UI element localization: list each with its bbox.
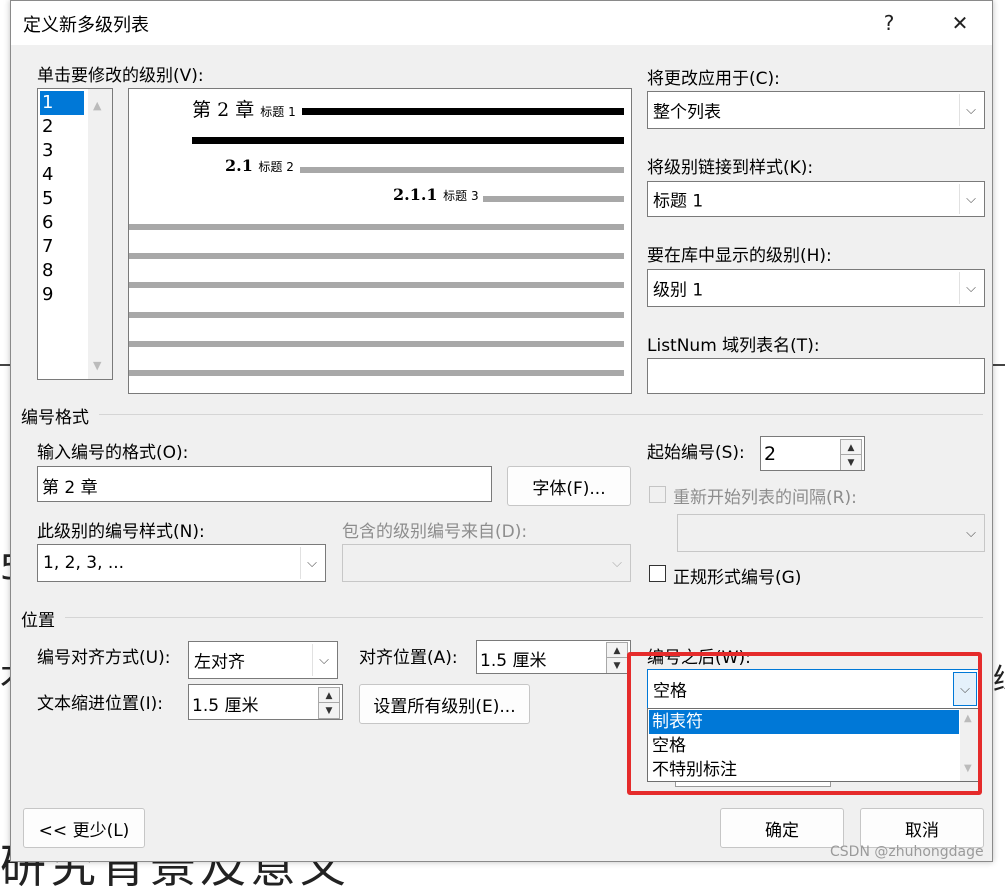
indent-at-label: 文本缩进位置(I): xyxy=(37,694,164,714)
chevron-down-icon[interactable]: ⌵ xyxy=(300,547,323,579)
level-item-3[interactable]: 3 xyxy=(40,139,84,163)
alignment-value: 左对齐 xyxy=(194,652,245,673)
ok-button[interactable]: 确定 xyxy=(720,808,844,848)
include-level-select[interactable]: ⌵ xyxy=(342,544,631,582)
preview-level2-number: 2.1 xyxy=(225,156,253,175)
link-style-value: 标题 1 xyxy=(653,191,704,212)
preview-chapter-suffix: 章 xyxy=(235,99,255,121)
close-button[interactable]: ✕ xyxy=(940,7,980,39)
number-style-select[interactable]: 1, 2, 3, ... ⌵ xyxy=(37,544,326,582)
number-format-label: 输入编号的格式(O): xyxy=(37,443,189,463)
list-preview: 第 2 章 标题 1 2.1 标题 2 2.1.1 标题 3 xyxy=(128,88,632,394)
gallery-level-label: 要在库中显示的级别(H): xyxy=(647,246,832,266)
position-group-label: 位置 xyxy=(21,611,55,631)
red-annotation-box xyxy=(627,652,982,795)
restart-select[interactable]: ⌵ xyxy=(677,514,985,552)
gallery-level-value: 级别 1 xyxy=(653,280,704,301)
legal-numbering-label: 正规形式编号(G) xyxy=(673,568,802,588)
preview-chapter-number: 2 xyxy=(217,99,230,121)
level-item-7[interactable]: 7 xyxy=(40,235,84,259)
level-item-2[interactable]: 2 xyxy=(40,115,84,139)
chevron-down-icon[interactable]: ⌵ xyxy=(312,644,335,676)
number-format-value: 第 2 章 xyxy=(42,478,98,498)
group-divider xyxy=(65,617,983,618)
preview-style-2: 标题 2 xyxy=(258,160,294,174)
number-format-input[interactable]: 第 2 章 xyxy=(37,466,492,502)
apply-to-value: 整个列表 xyxy=(653,102,721,123)
title-bar: 定义新多级列表 ? ✕ xyxy=(11,1,992,45)
preview-level3-number: 2.1.1 xyxy=(393,185,438,204)
preview-line xyxy=(129,253,624,259)
preview-line xyxy=(129,224,624,230)
level-item-6[interactable]: 6 xyxy=(40,211,84,235)
indent-at-spinner[interactable]: 1.5 厘米 ▲ ▼ xyxy=(188,684,343,720)
level-list-label: 单击要修改的级别(V): xyxy=(37,66,204,86)
start-at-label: 起始编号(S): xyxy=(647,443,745,463)
level-item-5[interactable]: 5 xyxy=(40,187,84,211)
number-format-group-label: 编号格式 xyxy=(21,408,89,428)
level-item-1[interactable]: 1 xyxy=(40,91,84,115)
set-all-levels-button[interactable]: 设置所有级别(E)... xyxy=(359,684,530,724)
chevron-down-icon[interactable]: ⌵ xyxy=(605,547,628,579)
chevron-down-icon[interactable]: ⌵ xyxy=(959,517,982,549)
triangle-down-icon[interactable]: ▼ xyxy=(840,454,862,470)
preview-line xyxy=(129,341,624,347)
preview-line xyxy=(302,108,624,115)
watermark: CSDN @zhuhongdage xyxy=(830,844,984,860)
preview-line xyxy=(129,282,624,288)
preview-style-3: 标题 3 xyxy=(443,189,479,203)
level-item-9[interactable]: 9 xyxy=(40,283,84,307)
number-style-label: 此级别的编号样式(N): xyxy=(37,522,205,542)
preview-line xyxy=(300,167,624,173)
alignment-select[interactable]: 左对齐 ⌵ xyxy=(188,641,338,679)
doc-rule xyxy=(993,364,1005,366)
font-button[interactable]: 字体(F)... xyxy=(507,466,631,506)
apply-to-label: 将更改应用于(C): xyxy=(647,69,780,89)
listnum-input[interactable] xyxy=(647,358,985,394)
include-level-label: 包含的级别编号来自(D): xyxy=(342,522,528,542)
level-item-8[interactable]: 8 xyxy=(40,259,84,283)
help-button[interactable]: ? xyxy=(869,7,909,39)
alignment-label: 编号对齐方式(U): xyxy=(37,648,171,668)
start-at-spinner[interactable]: 2 ▲ ▼ xyxy=(760,436,865,471)
restart-label: 重新开始列表的间隔(R): xyxy=(673,488,857,508)
group-divider xyxy=(99,414,983,415)
level-list-scrollbar[interactable]: ▲ ▼ xyxy=(88,89,112,379)
preview-line xyxy=(129,312,624,318)
chevron-down-icon[interactable]: ⌵ xyxy=(959,272,982,304)
scroll-up-icon[interactable]: ▲ xyxy=(93,99,101,112)
preview-line xyxy=(129,370,624,376)
legal-numbering-checkbox[interactable] xyxy=(649,565,666,582)
listnum-label: ListNum 域列表名(T): xyxy=(647,336,820,356)
gallery-level-select[interactable]: 级别 1 ⌵ xyxy=(647,269,985,307)
chevron-down-icon[interactable]: ⌵ xyxy=(959,184,982,214)
scroll-down-icon[interactable]: ▼ xyxy=(93,359,101,372)
level-item-4[interactable]: 4 xyxy=(40,163,84,187)
aligned-at-spinner[interactable]: 1.5 厘米 ▲ ▼ xyxy=(476,640,631,674)
preview-style-1: 标题 1 xyxy=(260,105,296,119)
chevron-down-icon[interactable]: ⌵ xyxy=(959,94,982,126)
preview-line xyxy=(483,196,624,202)
level-list[interactable]: 1 2 3 4 5 6 7 8 9 ▲ ▼ xyxy=(37,88,113,380)
link-style-label: 将级别链接到样式(K): xyxy=(647,158,814,178)
less-button[interactable]: << 更少(L) xyxy=(23,808,145,848)
link-style-select[interactable]: 标题 1 ⌵ xyxy=(647,181,985,217)
cancel-button[interactable]: 取消 xyxy=(860,808,984,848)
triangle-down-icon[interactable]: ▼ xyxy=(318,702,340,719)
define-multilevel-list-dialog: 定义新多级列表 ? ✕ 单击要修改的级别(V): 1 2 3 4 5 6 7 8… xyxy=(10,0,993,862)
start-at-value: 2 xyxy=(764,443,777,465)
preview-line xyxy=(192,137,624,144)
aligned-at-label: 对齐位置(A): xyxy=(359,648,458,668)
indent-at-value: 1.5 厘米 xyxy=(192,696,259,716)
dialog-title: 定义新多级列表 xyxy=(23,15,149,36)
preview-chapter-prefix: 第 xyxy=(192,99,212,121)
triangle-down-icon[interactable]: ▼ xyxy=(606,657,628,673)
doc-fragment: 绿 xyxy=(993,655,1005,699)
apply-to-select[interactable]: 整个列表 ⌵ xyxy=(647,91,985,129)
number-style-value: 1, 2, 3, ... xyxy=(43,553,125,573)
aligned-at-value: 1.5 厘米 xyxy=(480,651,547,671)
restart-checkbox[interactable] xyxy=(649,486,666,503)
